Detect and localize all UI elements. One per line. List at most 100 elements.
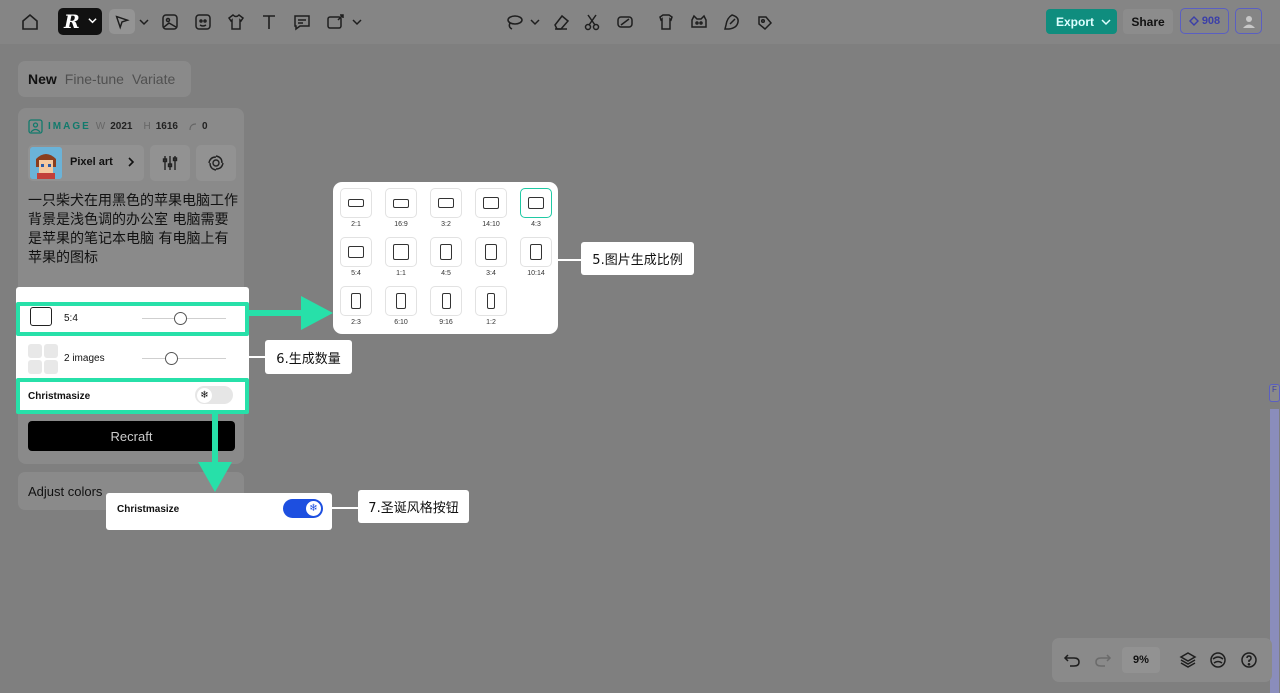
chevron-down-icon [88,18,97,24]
image-count-slider-track[interactable] [142,358,226,359]
aspect-ratio-popup: 2:1 16:9 3:2 14:10 4:3 5:4 1:1 4:5 3:4 10:14 2:3 6:… [333,182,558,334]
cursor-icon [115,14,130,30]
arrow-head-down [198,462,232,492]
ratio-option-1-2[interactable] [475,286,507,316]
ratio-shape-icon [530,244,542,260]
christmasize-highlight [16,378,249,414]
snowflake-icon: ❄ [306,501,321,516]
ratio-shape-icon [528,197,544,209]
ratio-shape-icon [441,293,451,309]
style-selector[interactable]: Pixel art [28,145,144,181]
chevron-right-icon [128,157,135,167]
ratio-option-3-4[interactable] [475,237,507,267]
ratio-option-4-5[interactable] [430,237,462,267]
ratio-shape-icon [487,293,495,309]
tab-new[interactable]: New [28,71,57,87]
ratio-option-9-16[interactable] [430,286,462,316]
image-count-label: 2 images [64,353,105,364]
ratio-shape-icon [438,197,454,209]
eraser-icon[interactable] [549,10,573,34]
vectorize-icon[interactable] [720,10,744,34]
style-settings-button[interactable] [150,145,190,181]
credits-count: 908 [1201,15,1221,27]
callout-connector [558,259,582,261]
text-icon[interactable] [257,10,281,34]
tshirt-icon[interactable] [224,10,248,34]
share-button[interactable]: Share [1123,9,1173,34]
chevron-down-icon[interactable] [530,15,540,29]
mockup-icon[interactable] [654,10,678,34]
ratio-shape-icon [348,245,364,259]
ratio-option-6-10[interactable] [385,286,417,316]
tab-variate[interactable]: Variate [132,71,175,87]
random-style-button[interactable] [196,145,236,181]
recraft-button[interactable]: Recraft [28,421,235,451]
community-icon[interactable] [1208,650,1228,670]
mode-tabs: New Fine-tune Variate [18,61,191,97]
ratio-shape-icon [350,293,362,309]
comment-icon[interactable] [290,10,314,34]
prompt-text[interactable]: 一只柴犬在用黑色的苹果电脑工作 背景是浅色调的办公室 电脑需要是苹果的笔记本电脑… [28,192,238,268]
ratio-option-label: 10:14 [527,270,545,277]
image-count-slider-knob[interactable] [165,352,179,365]
christmasize-popup-label: Christmasize [117,504,180,515]
tab-fine-tune[interactable]: Fine-tune [65,71,124,87]
help-icon[interactable] [1239,650,1259,670]
home-icon[interactable] [18,10,42,34]
layers-icon[interactable] [1178,650,1198,670]
sliders-icon [162,156,178,170]
ratio-option-label: 14:10 [482,221,500,228]
ratio-option-1-1[interactable] [385,237,417,267]
redo-icon[interactable] [1093,650,1113,670]
select-tool-button[interactable] [109,9,135,34]
ratio-option-3-2[interactable] [430,188,462,218]
creature-icon[interactable] [687,10,711,34]
zoom-level[interactable]: 9% [1122,647,1160,673]
swirl-icon [208,155,224,171]
christmasize-on-popup: Christmasize ❄ [106,493,332,530]
ratio-callout: 5.图片生成比例 [581,242,694,275]
ratio-shape-icon [348,199,364,207]
scissors-icon[interactable] [580,10,604,34]
ratio-shape-icon [393,244,409,260]
export-button[interactable]: Export [1046,9,1117,34]
width-key: W [95,121,106,132]
ratio-option-label: 4:3 [531,221,541,228]
style-name: Pixel art [70,156,113,168]
chevron-down-icon[interactable] [139,15,149,29]
ratio-option-5-4[interactable] [340,237,372,267]
ratio-option-label: 4:5 [441,270,451,277]
christmasize-toggle-on[interactable]: ❄ [283,499,323,518]
lasso-icon[interactable] [502,10,526,34]
image-meta: IMAGE W 2021 H 1616 0 [28,119,208,134]
user-avatar-button[interactable] [1235,8,1262,34]
undo-icon[interactable] [1062,650,1082,670]
chevron-down-icon[interactable] [352,15,362,29]
side-panel-tab[interactable]: F [1269,384,1280,402]
ratio-option-label: 3:4 [486,270,496,277]
ratio-option-2-3[interactable] [340,286,372,316]
logo-letter: R [64,11,80,33]
callout-connector [249,356,265,358]
image-icon[interactable] [158,10,182,34]
magic-tag-icon[interactable] [752,10,776,34]
arrow-to-ratio-popup [248,310,303,316]
ratio-option-16-9[interactable] [385,188,417,218]
width-value[interactable]: 2021 [110,121,132,132]
height-value[interactable]: 1616 [156,121,178,132]
export-label: Export [1056,14,1095,29]
ratio-option-4-3[interactable] [520,188,552,218]
count-callout: 6.生成数量 [265,340,352,374]
ratio-option-10-14[interactable] [520,237,552,267]
ratio-option-14-10[interactable] [475,188,507,218]
sticker-icon[interactable] [191,10,215,34]
ratio-option-label: 1:1 [396,270,406,277]
remove-background-icon[interactable] [613,10,637,34]
ratio-shape-icon [396,293,406,309]
ratio-option-2-1[interactable] [340,188,372,218]
credits-badge[interactable]: 908 [1180,8,1229,34]
arrow-to-christmasize-popup [212,412,218,464]
upload-image-icon[interactable] [324,10,348,34]
logo-menu-button[interactable]: R [58,8,102,35]
rotation-value[interactable]: 0 [202,121,208,132]
